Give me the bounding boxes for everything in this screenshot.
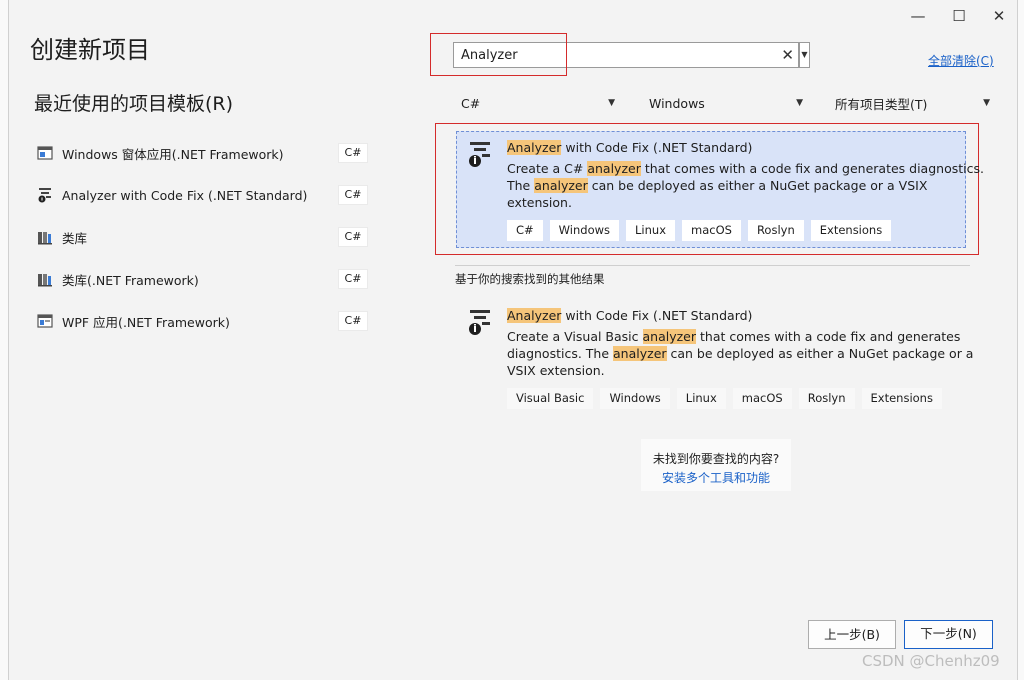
language-tag: C# <box>338 185 368 205</box>
background-window-edge-right <box>1017 0 1024 680</box>
platform-filter[interactable]: Windows ▼ <box>641 92 807 114</box>
language-filter[interactable]: C# ▼ <box>453 92 619 114</box>
recent-templates-heading: 最近使用的项目模板(R) <box>34 93 234 115</box>
tag: Roslyn <box>747 220 804 241</box>
language-filter-value: C# <box>461 95 481 111</box>
minimize-icon: — <box>910 7 926 25</box>
template-tags: C# Windows Linux macOS Roslyn Extensions <box>507 220 892 241</box>
search-history-dropdown[interactable]: ▼ <box>799 42 810 68</box>
language-tag: C# <box>338 269 368 289</box>
template-title: Analyzer with Code Fix (.NET Standard) <box>507 140 753 155</box>
tag: Extensions <box>861 388 942 409</box>
minimize-button[interactable]: — <box>906 6 930 26</box>
tag: Extensions <box>810 220 892 241</box>
class-library-icon <box>36 271 54 287</box>
clear-search-icon[interactable]: ✕ <box>781 45 794 65</box>
chevron-down-icon: ▼ <box>983 98 990 108</box>
tag: Windows <box>600 388 670 409</box>
chevron-down-icon: ▼ <box>796 98 803 108</box>
language-tag: C# <box>338 311 368 331</box>
template-description: Create a C# analyzer that comes with a c… <box>507 161 984 210</box>
search-annotation-box <box>430 33 567 76</box>
tag: Linux <box>626 220 676 241</box>
language-tag: C# <box>338 143 368 163</box>
tag: macOS <box>682 220 741 241</box>
recent-item[interactable]: 类库 C# <box>36 225 368 249</box>
tag: Linux <box>676 388 726 409</box>
tag: Roslyn <box>798 388 855 409</box>
tag: C# <box>507 220 543 241</box>
search-match-highlight: Analyzer <box>507 308 562 323</box>
wpf-icon <box>36 313 54 329</box>
recent-item[interactable]: 类库(.NET Framework) C# <box>36 267 368 291</box>
language-tag: C# <box>338 227 368 247</box>
background-window-edge-left <box>0 0 9 680</box>
chevron-down-icon: ▼ <box>608 98 615 108</box>
tag: Windows <box>549 220 620 241</box>
template-tags: Visual Basic Windows Linux macOS Roslyn … <box>507 388 942 409</box>
analyzer-template-icon <box>467 141 493 173</box>
watermark: CSDN @Chenhz09 <box>862 652 1000 670</box>
chevron-down-icon: ▼ <box>801 50 808 59</box>
recent-item[interactable]: Windows 窗体应用(.NET Framework) C# <box>36 141 368 165</box>
project-type-filter-value: 所有项目类型(T) <box>835 96 928 112</box>
recent-item-label: 类库(.NET Framework) <box>62 272 199 288</box>
back-button[interactable]: 上一步(B) <box>808 620 896 649</box>
other-results-heading: 基于你的搜索找到的其他结果 <box>455 272 605 286</box>
analyzer-icon <box>36 187 54 203</box>
recent-item-label: Windows 窗体应用(.NET Framework) <box>62 146 284 162</box>
tag: Visual Basic <box>507 388 594 409</box>
search-match-highlight: Analyzer <box>507 140 562 155</box>
close-button[interactable]: ✕ <box>987 6 1011 26</box>
platform-filter-value: Windows <box>649 95 705 111</box>
template-title: Analyzer with Code Fix (.NET Standard) <box>507 308 753 323</box>
template-description: Create a Visual Basic analyzer that come… <box>507 329 974 378</box>
analyzer-template-icon <box>467 309 493 341</box>
class-library-icon <box>36 229 54 245</box>
project-type-filter[interactable]: 所有项目类型(T) ▼ <box>827 92 994 114</box>
recent-item-label: Analyzer with Code Fix (.NET Standard) <box>62 187 308 203</box>
next-button[interactable]: 下一步(N) <box>904 620 993 649</box>
recent-item[interactable]: WPF 应用(.NET Framework) C# <box>36 309 368 333</box>
maximize-icon: ☐ <box>952 7 966 25</box>
section-divider <box>455 265 970 266</box>
maximize-button[interactable]: ☐ <box>947 6 971 26</box>
install-tools-link[interactable]: 安装多个工具和功能 <box>641 469 791 486</box>
page-title: 创建新项目 <box>30 36 150 64</box>
not-found-box: 未找到你要查找的内容? 安装多个工具和功能 <box>641 439 791 491</box>
recent-item-label: WPF 应用(.NET Framework) <box>62 314 230 330</box>
recent-item[interactable]: Analyzer with Code Fix (.NET Standard) C… <box>36 183 368 207</box>
clear-all-link[interactable]: 全部清除(C) <box>928 52 994 69</box>
close-icon: ✕ <box>992 7 1006 25</box>
recent-item-label: 类库 <box>62 230 88 246</box>
winforms-icon <box>36 145 54 161</box>
tag: macOS <box>732 388 792 409</box>
not-found-text: 未找到你要查找的内容? <box>652 452 780 466</box>
